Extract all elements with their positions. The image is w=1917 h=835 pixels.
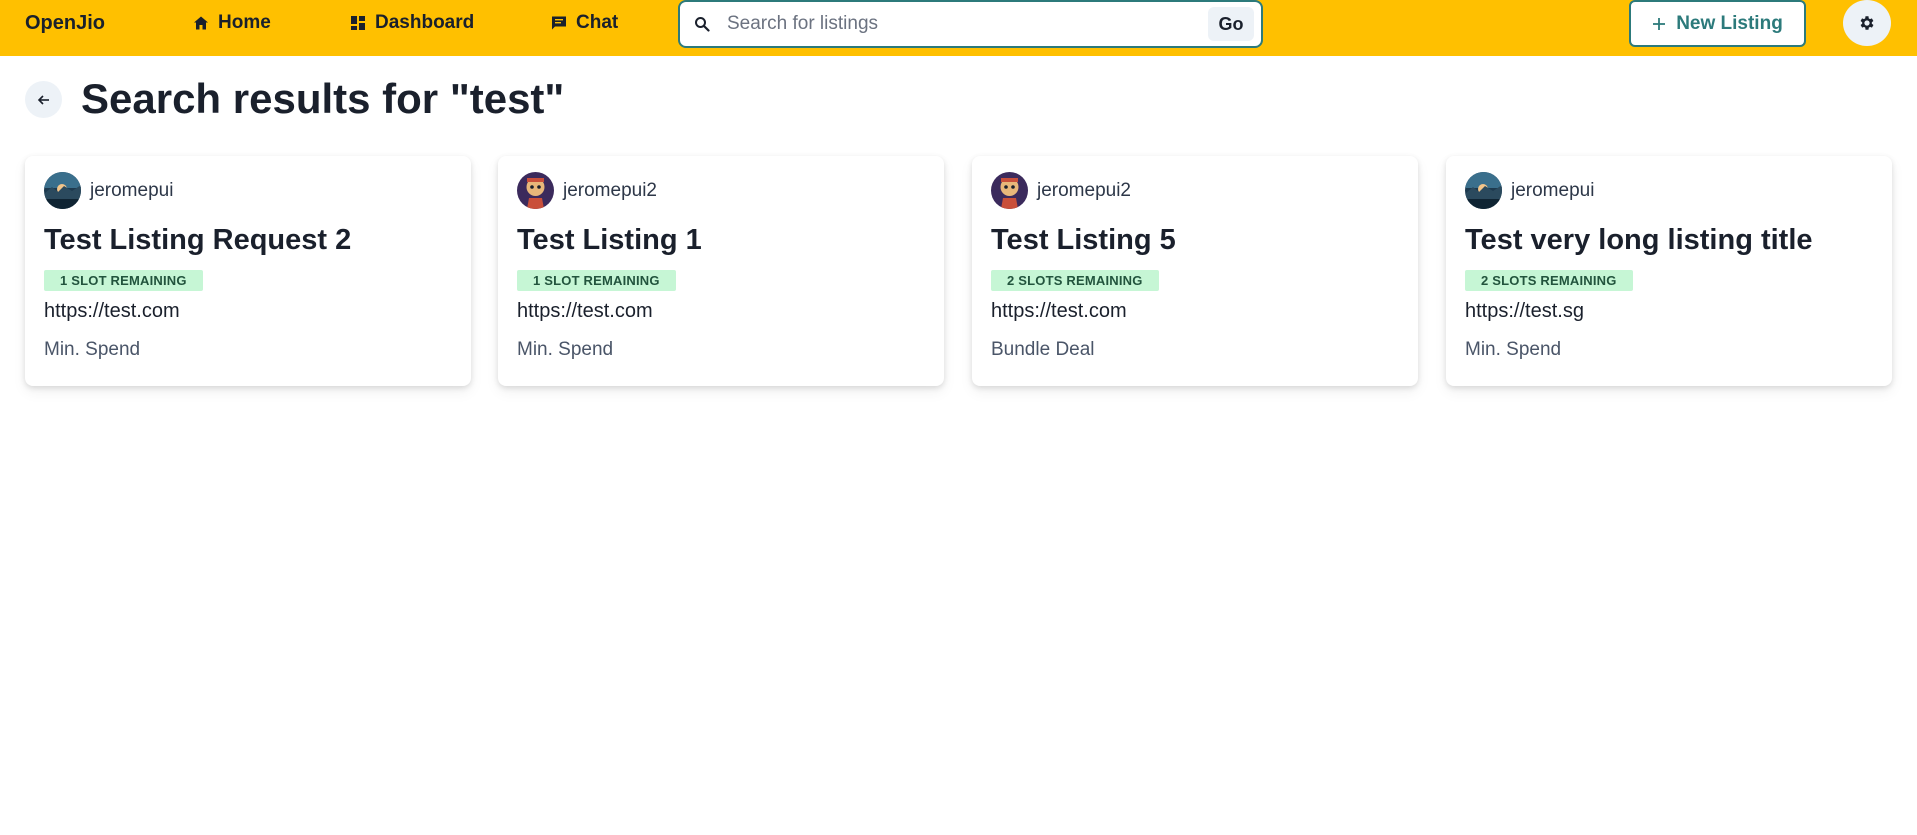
card-user: jeromepui2 xyxy=(991,172,1131,209)
arrow-left-icon xyxy=(37,93,51,107)
landscape-avatar xyxy=(1465,172,1502,209)
username[interactable]: jeromepui2 xyxy=(563,180,657,202)
back-button[interactable] xyxy=(25,81,62,118)
plus-icon xyxy=(1652,17,1666,31)
nav-home-link[interactable]: Home xyxy=(193,11,271,35)
brand-logo[interactable]: OpenJio xyxy=(25,12,105,35)
search-go-button[interactable]: Go xyxy=(1208,7,1254,41)
listing-url: https://test.com xyxy=(991,300,1127,322)
username[interactable]: jeromepui2 xyxy=(1037,180,1131,202)
nav-chat-label: Chat xyxy=(576,12,619,33)
cartoon-avatar xyxy=(991,172,1028,209)
landscape-avatar xyxy=(44,172,81,209)
slots-badge: 1 SLOT REMAINING xyxy=(44,270,203,291)
nav-dashboard-label: Dashboard xyxy=(375,12,475,33)
listing-type: Bundle Deal xyxy=(991,339,1095,360)
listing-card[interactable]: jeromepui2 Test Listing 5 2 SLOTS REMAIN… xyxy=(972,156,1418,386)
listing-type: Min. Spend xyxy=(44,339,141,360)
listing-title: Test very long listing title xyxy=(1465,224,1813,256)
username[interactable]: jeromepui xyxy=(90,180,173,202)
username[interactable]: jeromepui xyxy=(1511,180,1594,202)
new-listing-label: New Listing xyxy=(1676,12,1783,34)
listing-type: Min. Spend xyxy=(1465,339,1562,360)
search-input[interactable] xyxy=(727,8,1187,40)
listing-card[interactable]: jeromepui Test Listing Request 2 1 SLOT … xyxy=(25,156,471,386)
card-user: jeromepui2 xyxy=(517,172,657,209)
new-listing-button[interactable]: New Listing xyxy=(1629,0,1806,47)
listing-title: Test Listing 1 xyxy=(517,224,702,256)
listing-card[interactable]: jeromepui Test very long listing title 2… xyxy=(1446,156,1892,386)
nav-chat-link[interactable]: Chat xyxy=(551,11,618,35)
search-bar: Go xyxy=(678,0,1263,48)
nav-home-label: Home xyxy=(218,12,271,33)
settings-button[interactable] xyxy=(1843,0,1891,46)
listing-url: https://test.sg xyxy=(1465,300,1584,322)
cartoon-avatar xyxy=(517,172,554,209)
card-user: jeromepui xyxy=(44,172,173,209)
dashboard-icon xyxy=(350,15,366,31)
home-icon xyxy=(193,15,209,31)
gear-icon xyxy=(1858,14,1876,32)
nav-dashboard-link[interactable]: Dashboard xyxy=(350,11,474,35)
search-icon xyxy=(694,16,710,32)
card-user: jeromepui xyxy=(1465,172,1594,209)
listing-url: https://test.com xyxy=(44,300,180,322)
top-navbar: OpenJio Home Dashboard Chat Go New Listi… xyxy=(0,0,1917,56)
listing-title: Test Listing 5 xyxy=(991,224,1176,256)
slots-badge: 2 SLOTS REMAINING xyxy=(1465,270,1633,291)
slots-badge: 2 SLOTS REMAINING xyxy=(991,270,1159,291)
page-title: Search results for "test" xyxy=(81,75,565,122)
listing-title: Test Listing Request 2 xyxy=(44,224,352,256)
listing-url: https://test.com xyxy=(517,300,653,322)
slots-badge: 1 SLOT REMAINING xyxy=(517,270,676,291)
listing-type: Min. Spend xyxy=(517,339,614,360)
listing-card[interactable]: jeromepui2 Test Listing 1 1 SLOT REMAINI… xyxy=(498,156,944,386)
chat-icon xyxy=(551,15,567,31)
